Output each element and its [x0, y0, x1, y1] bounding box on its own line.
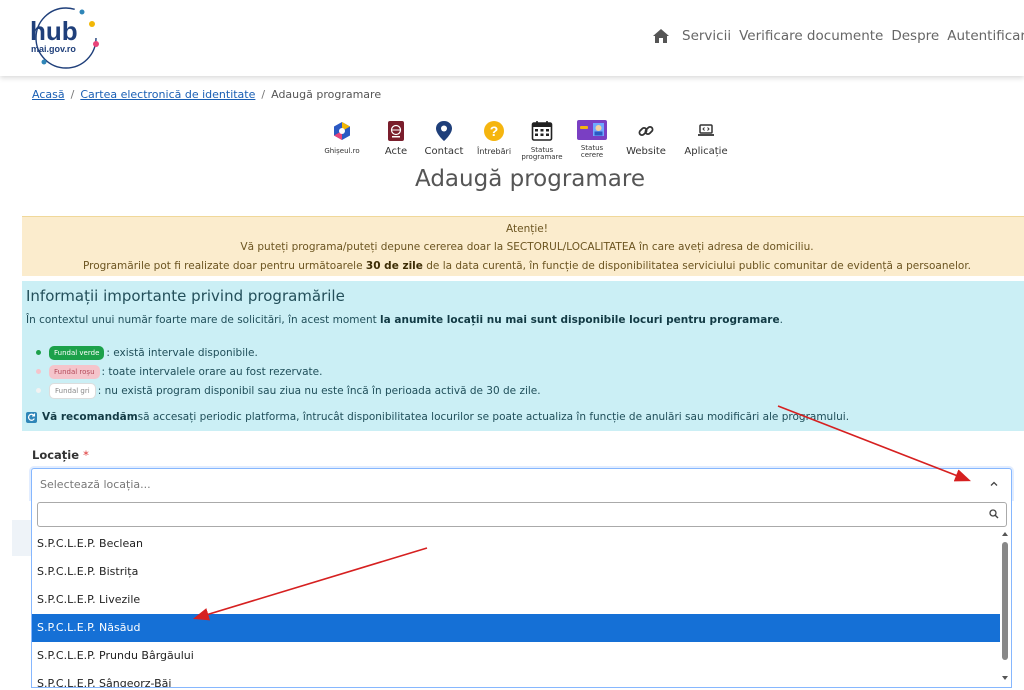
location-option[interactable]: S.P.C.L.E.P. Livezile [32, 586, 1000, 614]
svg-text:mai.gov.ro: mai.gov.ro [31, 44, 76, 54]
scrollbar-thumb[interactable] [1002, 542, 1008, 660]
scroll-up-icon[interactable] [1001, 530, 1009, 538]
laptop-icon [698, 124, 714, 136]
warning-line-2: Programările pot fi realizate doar pentr… [82, 260, 972, 272]
location-option-selected[interactable]: S.P.C.L.E.P. Năsăud [32, 614, 1000, 642]
warning-line-1: Vă puteți programa/puteți depune cererea… [240, 241, 814, 253]
tag-red: Fundal roșu [49, 364, 100, 379]
warning-alert: Atenție! Vă puteți programa/puteți depun… [22, 216, 1024, 276]
info-context: În contextul unui număr foarte mare de s… [26, 314, 783, 326]
quick-link-intrebari[interactable]: ? Întrebări [472, 120, 516, 156]
search-icon [989, 509, 999, 519]
location-label: Locație * [32, 448, 89, 462]
calendar-icon [531, 121, 553, 141]
svg-text:hub: hub [30, 16, 78, 46]
breadcrumb-current: Adaugă programare [271, 88, 382, 101]
info-alert: Informații importante privind programări… [22, 281, 1024, 431]
breadcrumb: Acasă / Cartea electronică de identitate / A… [32, 88, 382, 101]
svg-text:?: ? [490, 123, 499, 139]
breadcrumb-home-link[interactable]: Acasă [32, 88, 65, 101]
nav-autentificare[interactable]: Autentificare [947, 28, 1024, 44]
dropdown-scrollbar[interactable] [1001, 530, 1009, 687]
link-icon [638, 126, 654, 136]
tag-grey: Fundal gri [49, 382, 96, 399]
location-search-input[interactable] [37, 502, 1007, 527]
location-placeholder: Selectează locația... [40, 478, 151, 491]
nav-servicii[interactable]: Servicii [682, 28, 731, 44]
chevron-up-icon[interactable] [989, 479, 999, 489]
quick-link-aplicatie[interactable]: Aplicație [684, 120, 728, 157]
passport-icon [388, 121, 404, 141]
location-option[interactable]: S.P.C.L.E.P. Bistrița [32, 558, 1000, 586]
location-option[interactable]: S.P.C.L.E.P. Beclean [32, 530, 1000, 558]
tag-green: Fundal verde [49, 345, 105, 360]
refresh-icon [26, 411, 37, 423]
breadcrumb-parent-link[interactable]: Cartea electronică de identitate [80, 88, 255, 101]
quick-link-ghiseul[interactable]: Ghișeul.ro [318, 120, 366, 155]
warning-heading: Atenție! [506, 223, 548, 235]
ghiseul-icon [334, 122, 350, 140]
quick-link-status-cerere[interactable]: Status cerere [574, 120, 610, 159]
location-pin-icon [436, 121, 452, 141]
availability-legend: Fundal verde: există intervale disponibi… [36, 343, 541, 400]
location-option[interactable]: S.P.C.L.E.P. Sângeorz-Băi [32, 670, 1000, 687]
location-option[interactable]: S.P.C.L.E.P. Prundu Bârgăului [32, 642, 1000, 670]
scroll-down-icon[interactable] [1001, 674, 1009, 682]
location-select[interactable]: Selectează locația... [31, 468, 1012, 499]
main-nav: Servicii Verificare documente Despre Aut… [652, 28, 1024, 44]
hub-logo[interactable]: hub mai.gov.ro [22, 4, 112, 72]
home-icon[interactable] [652, 28, 670, 44]
site-header: hub mai.gov.ro Servicii Verificare docum… [0, 0, 1024, 76]
quick-link-contact[interactable]: Contact [422, 120, 466, 157]
id-card-icon [577, 120, 607, 140]
info-recommendation: Vă recomandăm să accesați periodic platf… [26, 411, 849, 423]
info-title: Informații importante privind programări… [26, 287, 345, 305]
question-icon: ? [484, 121, 504, 141]
legend-item-green: Fundal verde: există intervale disponibi… [36, 343, 541, 362]
legend-item-red: Fundal roșu: toate intervalele orare au … [36, 362, 541, 381]
location-dropdown: S.P.C.L.E.P. Beclean S.P.C.L.E.P. Bistri… [31, 498, 1012, 688]
nav-verificare-documente[interactable]: Verificare documente [739, 28, 883, 44]
legend-item-grey: Fundal gri: nu există program disponibil… [36, 381, 541, 400]
quick-link-status-programare[interactable]: Status programare [520, 120, 564, 161]
page-title: Adaugă programare [415, 166, 645, 192]
quick-link-website[interactable]: Website [624, 120, 668, 157]
quick-link-acte[interactable]: Acte [380, 120, 412, 157]
nav-despre[interactable]: Despre [891, 28, 939, 44]
